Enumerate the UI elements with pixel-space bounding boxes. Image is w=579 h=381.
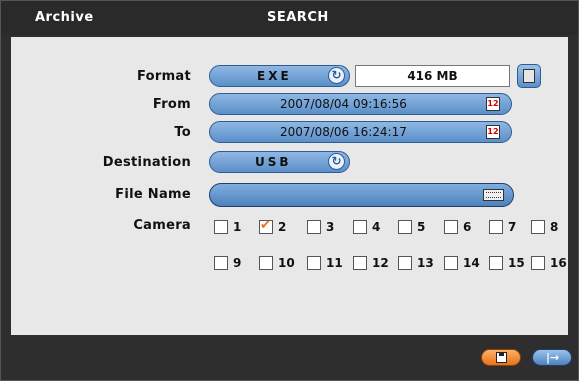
checkbox-box[interactable] [531,256,545,270]
title-bar: Archive SEARCH [1,1,578,35]
camera-checkbox-10[interactable]: 10 [259,256,295,270]
archive-size: 416 MB [355,65,510,87]
exit-icon: |→ [546,351,560,364]
checkbox-box[interactable] [489,256,503,270]
destination-value: USB [255,155,292,169]
camera-checkbox-13[interactable]: 13 [398,256,434,270]
checkbox-box[interactable] [353,256,367,270]
camera-checkbox-7[interactable]: 7 [489,220,516,234]
checkbox-box[interactable] [307,220,321,234]
calendar-icon[interactable]: 12 [486,125,500,139]
to-value: 2007/08/06 16:24:17 [280,125,407,139]
from-value: 2007/08/04 09:16:56 [280,97,407,111]
checkbox-box[interactable] [444,220,458,234]
file-name-input[interactable] [209,183,514,207]
checkbox-box[interactable] [398,256,412,270]
camera-checkbox-8[interactable]: 8 [531,220,558,234]
camera-number: 2 [278,220,287,234]
bottom-bar: |→ [1,337,578,380]
camera-number: 9 [233,256,242,270]
checkbox-box[interactable] [398,220,412,234]
camera-number: 1 [233,220,242,234]
camera-checkbox-1[interactable]: 1 [214,220,241,234]
camera-number: 6 [463,220,472,234]
camera-number: 14 [463,256,480,270]
camera-number: 11 [326,256,343,270]
camera-checkbox-2[interactable]: 2 [259,218,287,234]
camera-checkbox-16[interactable]: 16 [531,256,567,270]
camera-checkbox-12[interactable]: 12 [353,256,389,270]
camera-checkbox-15[interactable]: 15 [489,256,525,270]
format-value: EXE [257,69,292,83]
camera-checkbox-14[interactable]: 14 [444,256,480,270]
checkbox-box[interactable] [489,220,503,234]
camera-label: Camera [133,218,191,233]
camera-number: 10 [278,256,295,270]
refresh-icon[interactable]: ↻ [328,67,345,84]
calendar-icon[interactable]: 12 [486,97,500,111]
checkbox-box[interactable] [307,256,321,270]
checkbox-box[interactable] [214,220,228,234]
to-label: To [174,125,191,140]
save-icon [496,352,507,363]
checkbox-box[interactable] [531,220,545,234]
exit-button[interactable]: |→ [532,349,572,366]
camera-number: 12 [372,256,389,270]
camera-number: 16 [550,256,567,270]
camera-checkbox-3[interactable]: 3 [307,220,334,234]
from-label: From [152,97,191,112]
archive-window: Archive SEARCH Format EXE ↻ 416 MB From … [0,0,579,381]
camera-checkbox-5[interactable]: 5 [398,220,425,234]
camera-number: 15 [508,256,525,270]
refresh-icon[interactable]: ↻ [328,153,345,170]
to-datetime-field[interactable]: 2007/08/06 16:24:17 12 [209,121,512,143]
format-label: Format [136,69,191,84]
checkbox-box[interactable] [214,256,228,270]
camera-number: 13 [417,256,434,270]
camera-number: 3 [326,220,335,234]
format-selector[interactable]: EXE ↻ [209,65,350,87]
camera-checkbox-11[interactable]: 11 [307,256,343,270]
camera-number: 8 [550,220,559,234]
camera-checkbox-4[interactable]: 4 [353,220,380,234]
keyboard-icon[interactable] [483,189,504,201]
checkbox-box[interactable] [259,218,273,234]
checkbox-box[interactable] [353,220,367,234]
checkbox-box[interactable] [259,256,273,270]
calculator-icon [523,69,535,83]
save-button[interactable] [481,349,521,366]
destination-selector[interactable]: USB ↻ [209,151,350,173]
camera-checkbox-9[interactable]: 9 [214,256,241,270]
camera-number: 5 [417,220,426,234]
destination-label: Destination [102,155,191,170]
file-name-label: File Name [115,187,191,202]
checkbox-box[interactable] [444,256,458,270]
window-title: Archive [35,10,94,25]
camera-number: 7 [508,220,517,234]
calculator-button[interactable] [517,64,541,88]
camera-checkbox-6[interactable]: 6 [444,220,471,234]
page-title: SEARCH [267,10,329,25]
from-datetime-field[interactable]: 2007/08/04 09:16:56 12 [209,93,512,115]
camera-number: 4 [372,220,381,234]
